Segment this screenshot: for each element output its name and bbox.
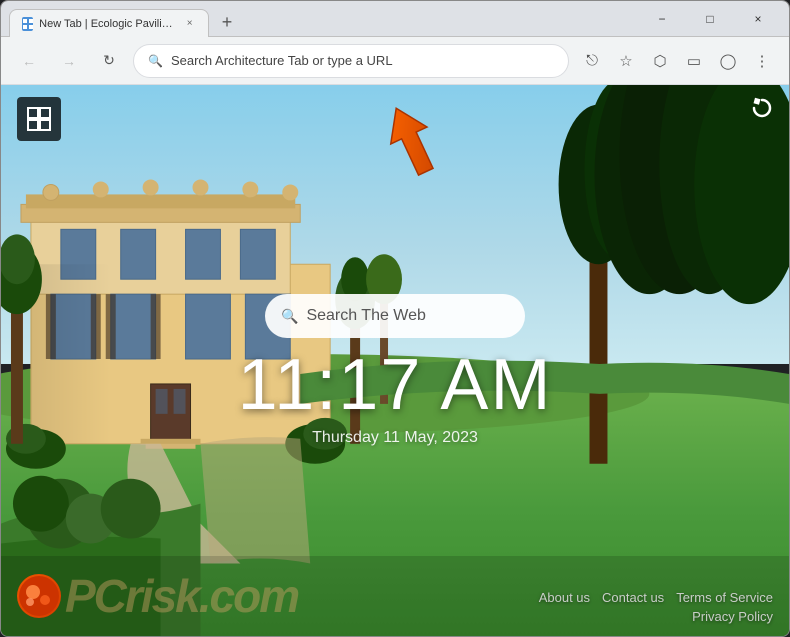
clock-date: Thursday 11 May, 2023 xyxy=(238,429,553,447)
lock-icon: 🔍 xyxy=(148,54,163,68)
minimize-button[interactable]: − xyxy=(639,1,685,37)
watermark-text: PCrisk.com xyxy=(65,573,298,619)
browser-window: New Tab | Ecologic Pavilion In Al... × +… xyxy=(0,0,790,637)
toolbar-icons: ⎋ ☆ ⬡ ▭ ◯ ⋮ xyxy=(577,46,777,76)
search-icon: 🔍 xyxy=(281,308,298,325)
extensions-button[interactable]: ⬡ xyxy=(645,46,675,76)
search-container: 🔍 Search The Web xyxy=(265,294,525,338)
watermark-bar: PCrisk.com xyxy=(1,556,789,636)
close-button[interactable]: × xyxy=(735,1,781,37)
tabs-icon: ▭ xyxy=(687,52,701,70)
reload-icon: ↻ xyxy=(103,52,115,69)
bookmark-icon: ☆ xyxy=(619,52,632,70)
arrow-annotation xyxy=(376,100,446,185)
window-controls: − □ × xyxy=(639,1,781,37)
active-tab[interactable]: New Tab | Ecologic Pavilion In Al... × xyxy=(9,9,209,37)
share-icon: ⎋ xyxy=(586,52,598,69)
share-button[interactable]: ⎋ xyxy=(577,46,607,76)
tab-favicon xyxy=(22,17,33,31)
page-refresh-button[interactable] xyxy=(751,97,773,124)
reload-button[interactable]: ↻ xyxy=(93,45,125,77)
forward-button[interactable]: → xyxy=(53,45,85,77)
watermark-logo: PCrisk.com xyxy=(17,573,298,619)
search-placeholder-text: Search The Web xyxy=(306,307,425,325)
clock-time: 11:17 AM xyxy=(238,349,553,421)
tab-search-button[interactable]: ▭ xyxy=(679,46,709,76)
search-bar[interactable]: 🔍 Search The Web xyxy=(265,294,525,338)
title-bar: New Tab | Ecologic Pavilion In Al... × +… xyxy=(1,1,789,37)
address-bar[interactable]: 🔍 Search Architecture Tab or type a URL xyxy=(133,44,569,78)
nav-bar: ← → ↻ 🔍 Search Architecture Tab or type … xyxy=(1,37,789,85)
clock-container: 11:17 AM Thursday 11 May, 2023 xyxy=(238,349,553,447)
person-icon: ◯ xyxy=(720,52,737,70)
page-logo[interactable] xyxy=(17,97,61,141)
tab-close-button[interactable]: × xyxy=(183,16,196,32)
tab-area: New Tab | Ecologic Pavilion In Al... × + xyxy=(9,1,635,36)
puzzle-icon: ⬡ xyxy=(653,52,666,70)
refresh-icon xyxy=(751,97,773,119)
profile-button[interactable]: ◯ xyxy=(713,46,743,76)
bookmark-button[interactable]: ☆ xyxy=(611,46,641,76)
forward-icon: → xyxy=(62,53,76,69)
logo-icon xyxy=(26,106,52,132)
menu-button[interactable]: ⋮ xyxy=(747,46,777,76)
address-text: Search Architecture Tab or type a URL xyxy=(171,53,554,68)
back-icon: ← xyxy=(22,53,36,69)
pcrisk-icon xyxy=(17,574,61,618)
new-tab-button[interactable]: + xyxy=(213,8,241,36)
dots-icon: ⋮ xyxy=(755,52,770,70)
tab-title: New Tab | Ecologic Pavilion In Al... xyxy=(39,18,173,30)
page-content: 🔍 Search The Web 11:17 AM Thursday 11 Ma… xyxy=(1,85,789,636)
maximize-button[interactable]: □ xyxy=(687,1,733,37)
back-button[interactable]: ← xyxy=(13,45,45,77)
